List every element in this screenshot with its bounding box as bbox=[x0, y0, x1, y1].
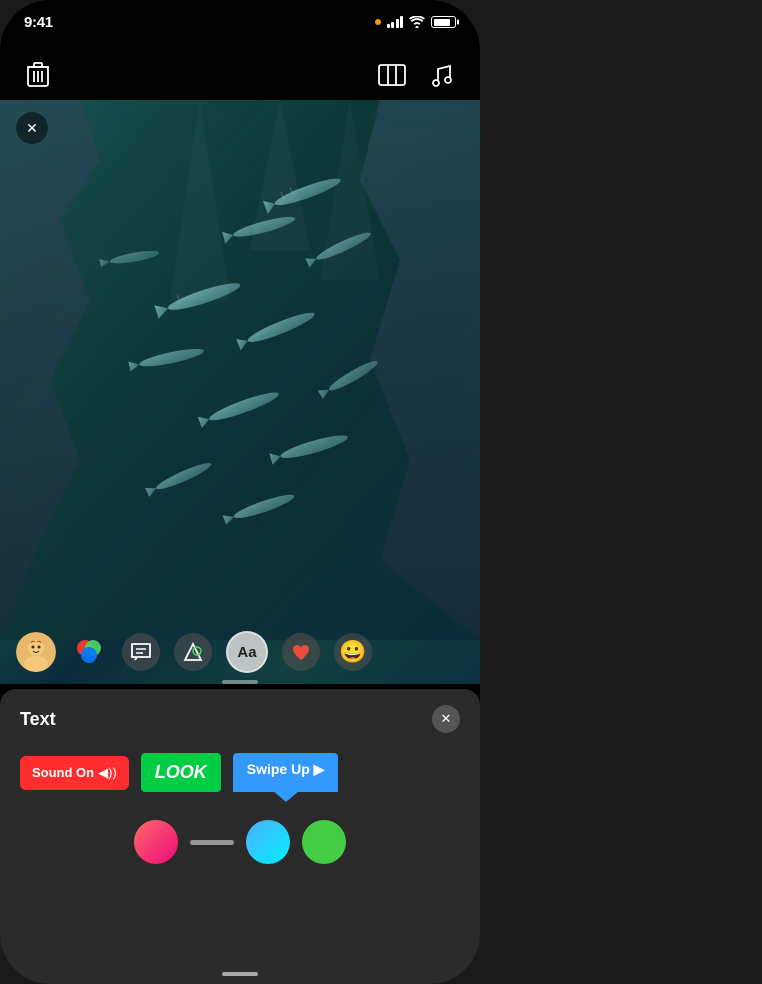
text-tool-label: Aa bbox=[237, 644, 256, 661]
panel-title: Text bbox=[20, 709, 56, 730]
sticker-button[interactable] bbox=[282, 633, 320, 671]
emoji-icon: 😀 bbox=[339, 639, 366, 665]
emoji-button[interactable]: 😀 bbox=[334, 633, 372, 671]
swipe-up-shape: Swipe Up ▶ bbox=[233, 753, 339, 792]
swipe-up-label: Swipe Up bbox=[247, 761, 314, 777]
top-toolbar bbox=[0, 50, 480, 100]
home-indicator bbox=[222, 972, 258, 976]
swipe-up-arrow: ▶ bbox=[314, 761, 325, 777]
close-video-icon: ✕ bbox=[26, 120, 38, 137]
look-label: LOOK bbox=[155, 762, 207, 782]
status-time: 9:41 bbox=[24, 14, 53, 31]
video-content bbox=[0, 100, 480, 684]
color-swatch-green[interactable] bbox=[302, 820, 346, 864]
panel-close-button[interactable]: ✕ bbox=[432, 705, 460, 733]
music-button[interactable] bbox=[424, 57, 460, 93]
sound-on-sticker[interactable]: Sound On ◀)) bbox=[20, 756, 129, 790]
status-icons bbox=[375, 16, 457, 28]
drag-handle[interactable] bbox=[222, 680, 258, 684]
memoji-button[interactable] bbox=[16, 632, 56, 672]
colors-button[interactable] bbox=[70, 633, 108, 671]
sound-on-label: Sound On bbox=[32, 765, 94, 780]
wifi-icon bbox=[409, 16, 425, 28]
volume-indicator bbox=[375, 19, 381, 25]
sound-on-icon: ◀)) bbox=[98, 765, 117, 781]
slideshow-button[interactable] bbox=[374, 57, 410, 93]
bottom-panel: Text ✕ Sound On ◀)) LOOK Swipe Up ▶ bbox=[0, 689, 480, 984]
color-swatches-row bbox=[0, 808, 480, 864]
battery-icon bbox=[431, 16, 456, 28]
message-button[interactable] bbox=[122, 633, 160, 671]
swipe-up-sticker[interactable]: Swipe Up ▶ bbox=[233, 753, 339, 792]
stickers-row: Sound On ◀)) LOOK Swipe Up ▶ bbox=[0, 745, 480, 808]
fish-scene bbox=[0, 100, 480, 640]
signal-icon bbox=[387, 16, 404, 28]
delete-button[interactable] bbox=[20, 57, 56, 93]
text-tool-button[interactable]: Aa bbox=[226, 631, 268, 673]
right-background bbox=[480, 0, 762, 984]
swatch-indicator bbox=[190, 840, 234, 845]
close-video-button[interactable]: ✕ bbox=[16, 112, 48, 144]
video-bottom-toolbar: Aa 😀 bbox=[0, 624, 480, 680]
panel-close-icon: ✕ bbox=[441, 711, 452, 727]
look-sticker[interactable]: LOOK bbox=[141, 753, 221, 792]
notch bbox=[175, 0, 305, 28]
phone-frame: 9:41 bbox=[0, 0, 480, 984]
toolbar-right-icons bbox=[374, 57, 460, 93]
shapes-button[interactable] bbox=[174, 633, 212, 671]
panel-header: Text ✕ bbox=[0, 689, 480, 745]
swatch-blue-indicator bbox=[246, 820, 290, 864]
color-swatch-pink[interactable] bbox=[134, 820, 178, 864]
